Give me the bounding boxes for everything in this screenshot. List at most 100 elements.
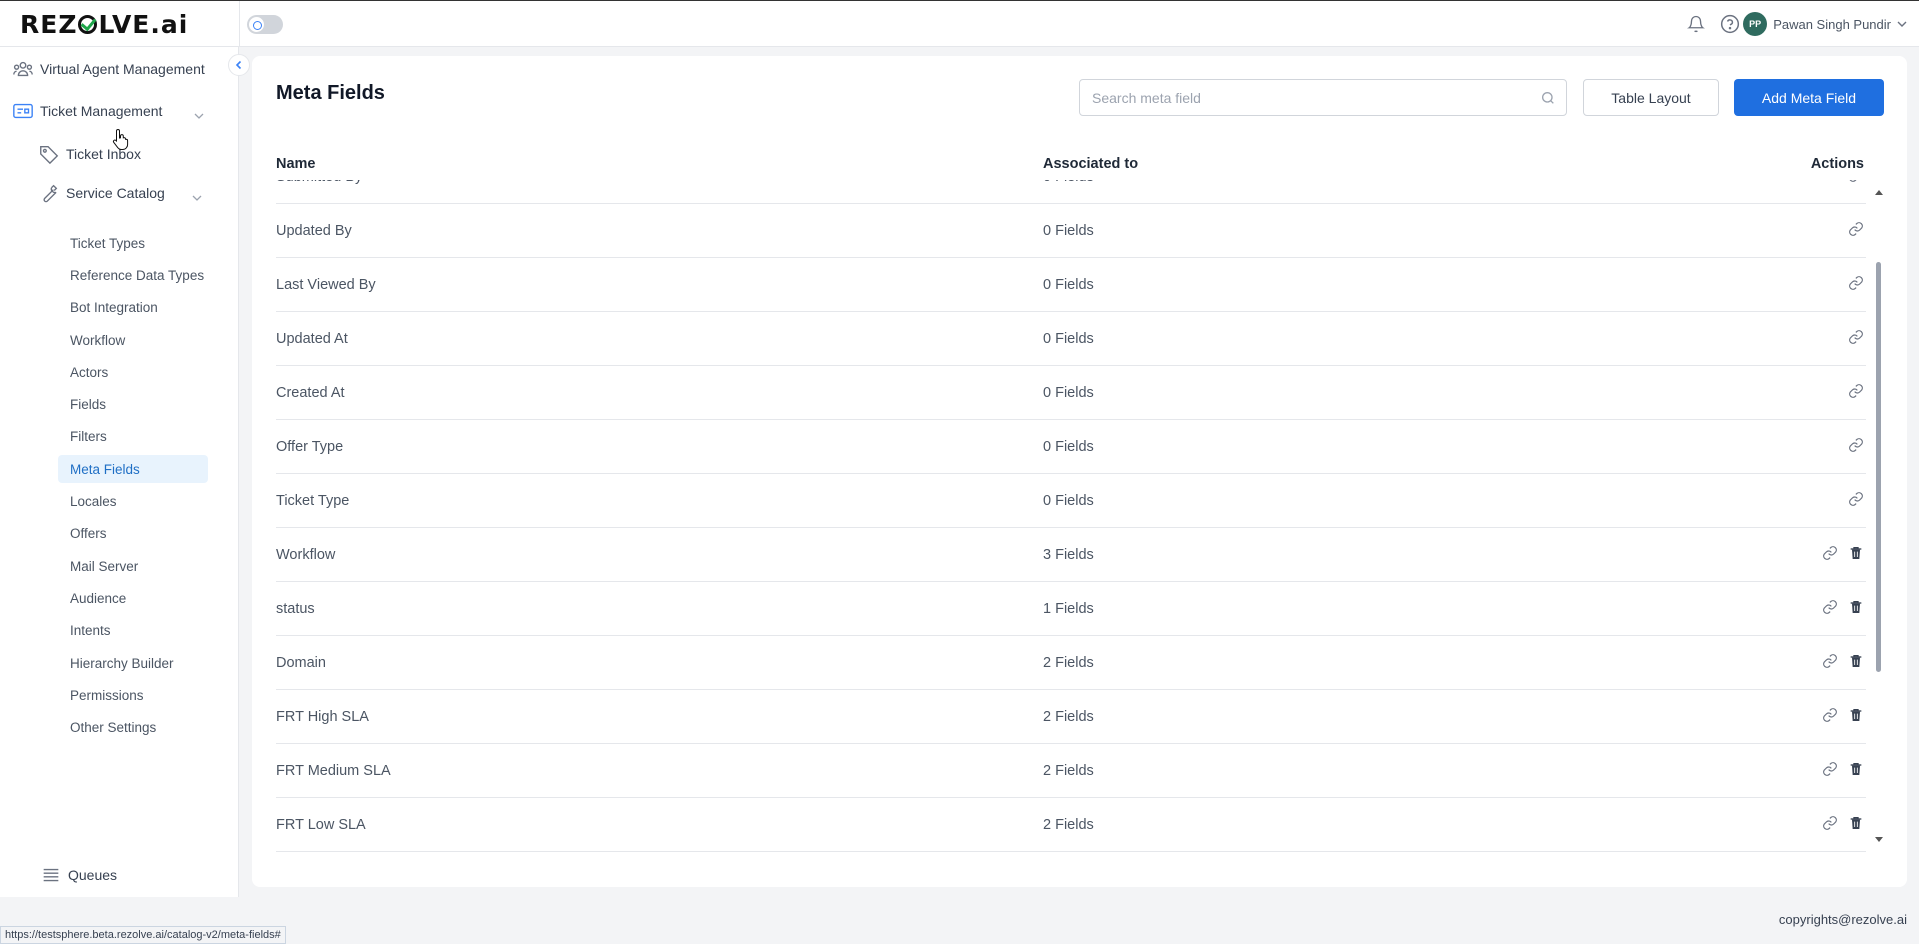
table-row[interactable]: FRT Medium SLA 2 Fields bbox=[276, 744, 1866, 798]
associated-count: 0 Fields bbox=[1043, 180, 1094, 185]
sidebar-item-offers[interactable]: Offers bbox=[58, 519, 208, 547]
sidebar-item-label: Mail Server bbox=[70, 558, 139, 574]
sidebar-item-label: Other Settings bbox=[70, 719, 157, 735]
link-icon[interactable] bbox=[1848, 329, 1864, 345]
table-row[interactable]: Ticket Type 0 Fields bbox=[276, 474, 1866, 528]
rezolve-logo[interactable]: REZ LVE.ai bbox=[20, 10, 188, 39]
table-row[interactable]: Submitted By 0 Fields bbox=[276, 180, 1866, 204]
table-layout-button[interactable]: Table Layout bbox=[1583, 79, 1719, 116]
sidebar-item-workflow[interactable]: Workflow bbox=[58, 326, 208, 354]
link-icon[interactable] bbox=[1822, 653, 1838, 669]
search-icon[interactable] bbox=[1540, 90, 1556, 106]
associated-count: 3 Fields bbox=[1043, 547, 1094, 563]
trash-icon[interactable] bbox=[1848, 653, 1864, 669]
table-row[interactable]: Domain 2 Fields bbox=[276, 636, 1866, 690]
sidebar-item-label: Intents bbox=[70, 622, 111, 638]
sidebar-collapse-button[interactable] bbox=[228, 54, 250, 76]
sidebar-item-reference-data-types[interactable]: Reference Data Types bbox=[58, 261, 208, 289]
associated-count: 0 Fields bbox=[1043, 223, 1094, 239]
meta-field-name: Created At bbox=[276, 385, 345, 401]
sidebar-item-mail-server[interactable]: Mail Server bbox=[58, 552, 208, 580]
row-actions bbox=[1848, 383, 1864, 399]
associated-count: 1 Fields bbox=[1043, 601, 1094, 617]
add-meta-field-button[interactable]: Add Meta Field bbox=[1734, 79, 1884, 116]
sidebar-item-service-catalog[interactable]: Service Catalog bbox=[38, 182, 165, 204]
link-icon[interactable] bbox=[1822, 815, 1838, 831]
table-body[interactable]: Submitted By0 FieldsUpdated By0 FieldsLa… bbox=[276, 180, 1866, 896]
sidebar-item-permissions[interactable]: Permissions bbox=[58, 681, 208, 709]
link-icon[interactable] bbox=[1822, 761, 1838, 777]
meta-field-name: Ticket Type bbox=[276, 493, 350, 509]
sidebar-item-audience[interactable]: Audience bbox=[58, 584, 208, 612]
sidebar-item-bot-integration[interactable]: Bot Integration bbox=[58, 293, 208, 321]
table-row[interactable]: Created At 0 Fields bbox=[276, 366, 1866, 420]
table-row[interactable]: Last Viewed By 0 Fields bbox=[276, 258, 1866, 312]
tag-icon bbox=[40, 145, 59, 165]
user-menu[interactable]: PP Pawan Singh Pundir bbox=[1743, 12, 1907, 36]
associated-count: 2 Fields bbox=[1043, 817, 1094, 833]
trash-icon[interactable] bbox=[1848, 599, 1864, 615]
sidebar-item-filters[interactable]: Filters bbox=[58, 422, 208, 450]
trash-icon[interactable] bbox=[1848, 707, 1864, 723]
chevron-down-icon[interactable] bbox=[194, 111, 204, 121]
table-row[interactable]: FRT High SLA 2 Fields bbox=[276, 690, 1866, 744]
trash-icon[interactable] bbox=[1848, 815, 1864, 831]
column-header-associated[interactable]: Associated to bbox=[1043, 156, 1138, 172]
meta-field-name: FRT Medium SLA bbox=[276, 763, 391, 779]
help-circle-icon[interactable] bbox=[1720, 14, 1740, 34]
row-actions bbox=[1822, 815, 1864, 831]
sidebar-item-meta-fields[interactable]: Meta Fields bbox=[58, 455, 208, 483]
table-row[interactable]: status 1 Fields bbox=[276, 582, 1866, 636]
table-scrollbar[interactable] bbox=[1874, 132, 1884, 842]
column-header-name[interactable]: Name bbox=[276, 156, 316, 172]
sidebar-item-label: Hierarchy Builder bbox=[70, 655, 174, 671]
link-icon[interactable] bbox=[1848, 180, 1864, 183]
sidebar-item-label: Locales bbox=[70, 493, 117, 509]
trash-icon[interactable] bbox=[1848, 761, 1864, 777]
sidebar-item-label: Bot Integration bbox=[70, 299, 158, 315]
link-icon[interactable] bbox=[1848, 437, 1864, 453]
table-row[interactable]: FRT Low SLA 2 Fields bbox=[276, 798, 1866, 852]
sidebar-item-label: Reference Data Types bbox=[70, 267, 205, 283]
search-input[interactable] bbox=[1080, 80, 1520, 115]
trash-icon[interactable] bbox=[1848, 545, 1864, 561]
table-row[interactable]: Workflow 3 Fields bbox=[276, 528, 1866, 582]
link-icon[interactable] bbox=[1822, 707, 1838, 723]
sidebar-item-queues[interactable]: Queues bbox=[40, 864, 117, 886]
meta-field-name: Offer Type bbox=[276, 439, 344, 455]
scrollbar-thumb[interactable] bbox=[1876, 262, 1881, 672]
meta-field-name: Domain bbox=[276, 655, 326, 671]
scroll-down-arrow[interactable] bbox=[1875, 837, 1883, 842]
sidebar-item-virtual-agent[interactable]: Virtual Agent Management bbox=[12, 58, 205, 80]
sidebar-item-actors[interactable]: Actors bbox=[58, 358, 208, 386]
sidebar-item-ticket-management[interactable]: Ticket Management bbox=[12, 100, 162, 122]
row-actions bbox=[1822, 653, 1864, 669]
sidebar-item-intents[interactable]: Intents bbox=[58, 616, 208, 644]
link-icon[interactable] bbox=[1822, 545, 1838, 561]
associated-count: 2 Fields bbox=[1043, 655, 1094, 671]
associated-count: 0 Fields bbox=[1043, 493, 1094, 509]
sidebar-item-ticket-types[interactable]: Ticket Types bbox=[58, 229, 208, 257]
sidebar-item-locales[interactable]: Locales bbox=[58, 487, 208, 515]
table-row[interactable]: Updated At 0 Fields bbox=[276, 312, 1866, 366]
chevron-down-icon[interactable] bbox=[192, 193, 202, 203]
search-box[interactable] bbox=[1079, 79, 1567, 116]
scroll-up-arrow[interactable] bbox=[1875, 190, 1883, 195]
link-icon[interactable] bbox=[1822, 599, 1838, 615]
link-icon[interactable] bbox=[1848, 383, 1864, 399]
sidebar-item-label: Queues bbox=[68, 867, 118, 883]
column-header-actions: Actions bbox=[1810, 156, 1864, 172]
link-icon[interactable] bbox=[1848, 491, 1864, 507]
link-icon[interactable] bbox=[1848, 221, 1864, 237]
sidebar-item-fields[interactable]: Fields bbox=[58, 390, 208, 418]
footer-copyright: copyrights@rezolve.ai bbox=[1778, 912, 1907, 927]
sidebar-item-other-settings[interactable]: Other Settings bbox=[58, 713, 208, 741]
sidebar-item-hierarchy-builder[interactable]: Hierarchy Builder bbox=[58, 649, 208, 677]
theme-toggle[interactable] bbox=[247, 15, 283, 34]
meta-field-name: Updated At bbox=[276, 331, 348, 347]
bell-icon[interactable] bbox=[1687, 15, 1705, 33]
table-row[interactable]: Offer Type 0 Fields bbox=[276, 420, 1866, 474]
table-row[interactable]: Updated By 0 Fields bbox=[276, 204, 1866, 258]
link-icon[interactable] bbox=[1848, 275, 1864, 291]
row-actions bbox=[1848, 491, 1864, 507]
